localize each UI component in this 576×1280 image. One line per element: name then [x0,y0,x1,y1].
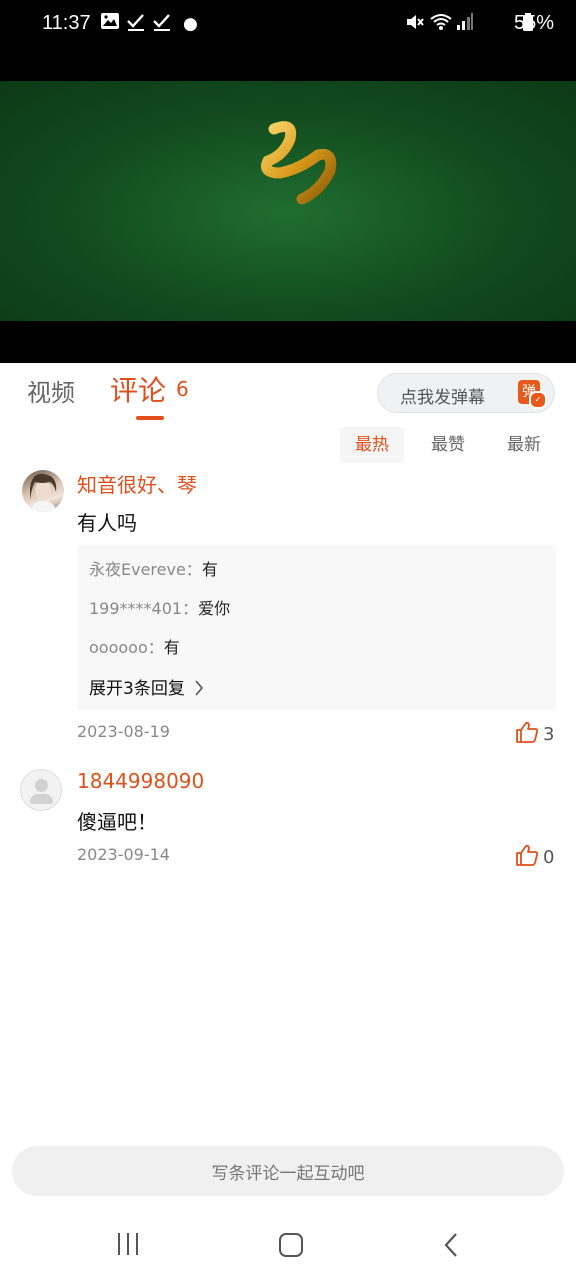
video-frame[interactable] [0,81,576,321]
reply-text: 爱你 [198,599,231,618]
reply-user: oooooo： [89,638,164,657]
like-button[interactable]: 3 [515,720,554,745]
reply-text: 有 [163,638,180,657]
thumbs-up-icon [516,721,539,743]
like-count: 3 [543,724,555,745]
comment-username[interactable]: 知音很好、琴 [77,469,197,498]
like-button[interactable]: 0 [515,843,554,868]
expand-replies-button[interactable]: 展开3条回复 [89,674,204,699]
tab-comments[interactable]: 评论 [110,369,166,409]
clock: 11:37 [42,12,91,34]
comment-input-placeholder: 写条评论一起互动吧 [211,1164,365,1184]
dot-icon: ● [183,14,198,34]
send-danmu-label: 点我发弹幕 [400,388,485,408]
comment-date: 2023-08-19 [77,722,170,741]
reply-user: 199****401： [89,599,199,618]
sort-newest[interactable]: 最新 [492,427,556,463]
reply-list: 永夜Evereve：有 199****401：爱你 oooooo：有 展开3条回… [77,545,556,710]
comment-username[interactable]: 1844998090 [77,769,204,793]
reply-item[interactable]: 199****401：爱你 [89,595,230,619]
thumbs-up-icon [516,844,539,866]
status-bar: 11:37 ● 55% [0,0,576,48]
chevron-right-icon [189,679,204,699]
wifi-icon [430,12,452,39]
reply-text: 有 [201,560,218,579]
reply-item[interactable]: 永夜Evereve：有 [89,556,218,580]
comment-date: 2023-09-14 [77,845,170,864]
avatar[interactable] [20,769,62,811]
gold-ribbon-icon [261,121,337,205]
comment-text: 有人吗 [77,511,137,535]
avatar[interactable] [22,470,64,512]
back-icon[interactable] [443,1232,459,1258]
comment-input[interactable]: 写条评论一起互动吧 [12,1146,564,1196]
signal-icon [456,12,474,39]
sort-hot[interactable]: 最热 [340,427,404,463]
danmu-icon[interactable]: 弹 ✓ [518,380,547,409]
check-icon [126,12,146,39]
danmu-enabled-check-icon: ✓ [529,391,547,409]
battery-icon [522,12,534,39]
expand-replies-label: 展开3条回复 [89,679,185,699]
like-count: 0 [543,847,555,868]
gallery-icon [100,12,120,37]
tab-video[interactable]: 视频 [27,373,75,408]
video-player[interactable] [0,48,576,363]
reply-item[interactable]: oooooo：有 [89,634,180,658]
comment-text: 傻逼吧！ [77,810,157,834]
sort-likes[interactable]: 最赞 [416,427,480,463]
reply-user: 永夜Evereve： [89,560,202,579]
tab-bar: 视频 评论 6 点我发弹幕 弹 ✓ [0,363,576,423]
home-icon[interactable] [279,1233,303,1257]
mute-icon [404,12,424,39]
check-icon [152,12,172,39]
comment-count: 6 [176,377,189,401]
system-nav-bar [0,1208,576,1280]
active-tab-indicator [136,416,164,420]
recent-apps-icon[interactable] [118,1233,140,1255]
send-danmu-button[interactable]: 点我发弹幕 弹 ✓ [377,373,555,413]
